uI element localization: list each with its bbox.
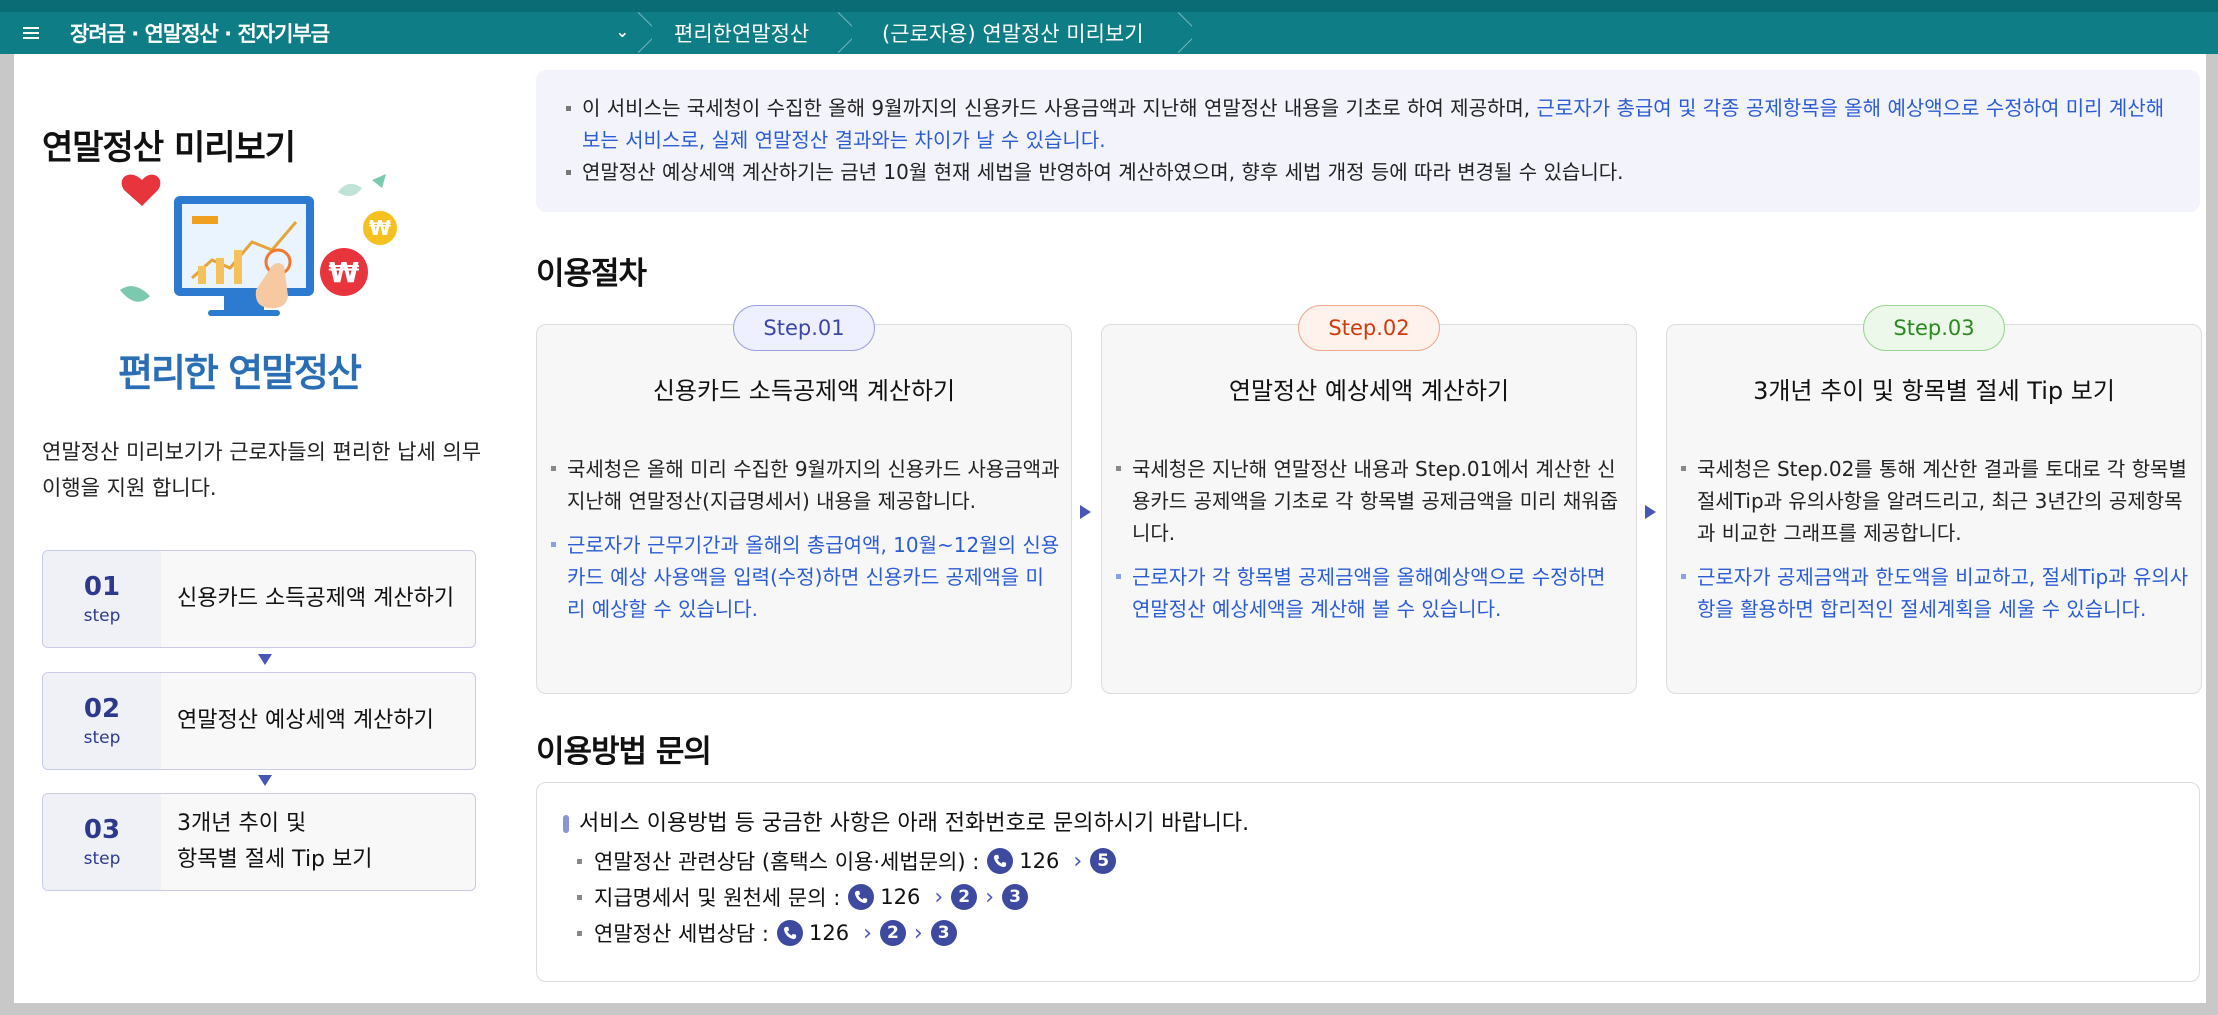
step-card-01[interactable]: 01 step 신용카드 소득공제액 계산하기 bbox=[42, 550, 476, 648]
chevron-right-icon: › bbox=[863, 920, 872, 946]
exclamation-icon bbox=[563, 815, 569, 833]
chevron-right-icon: › bbox=[1073, 848, 1083, 874]
chevron-down-icon[interactable]: ⌄ bbox=[616, 22, 629, 41]
menu-code-badge: 2 bbox=[879, 920, 906, 946]
window-frame-left bbox=[0, 54, 14, 1015]
process-card-text: 국세청은 Step.02를 통해 계산한 결과를 토대로 각 항목별 절세Tip… bbox=[1681, 453, 2191, 549]
step-card-02[interactable]: 02 step 연말정산 예상세액 계산하기 bbox=[42, 672, 476, 770]
step-label: 신용카드 소득공제액 계산하기 bbox=[177, 586, 455, 611]
inquiry-row-1: 연말정산 관련상담 (홈택스 이용·세법문의) : 126 › 5 bbox=[563, 843, 2173, 879]
notice-item-1: 이 서비스는 국세청이 수집한 올해 9월까지의 신용카드 사용금액과 지난해 … bbox=[566, 92, 2170, 156]
process-card-title: 3개년 추이 및 항목별 절세 Tip 보기 bbox=[1753, 377, 2115, 405]
breadcrumb-current-page[interactable]: (근로자용) 연말정산 미리보기 bbox=[842, 12, 1182, 54]
step-label: 3개년 추이 및 항목별 절세 Tip 보기 bbox=[177, 811, 373, 872]
step-badge: Step.01 bbox=[733, 305, 875, 351]
process-card-blue-text: 근로자가 공제금액과 한도액을 비교하고, 절세Tip과 유의사항을 활용하면 … bbox=[1681, 561, 2191, 625]
step-number: 01 step bbox=[43, 551, 161, 647]
step-badge: Step.03 bbox=[1863, 305, 2005, 351]
menu-icon[interactable] bbox=[0, 12, 62, 54]
menu-code-badge: 3 bbox=[930, 920, 957, 946]
window-frame-bottom bbox=[0, 1003, 2218, 1015]
section-title-process: 이용절차 bbox=[536, 256, 647, 292]
chevron-right-icon: › bbox=[913, 920, 923, 946]
inquiry-row-3: 연말정산 세법상담 : 126 › 2 › 3 bbox=[563, 915, 2173, 951]
window-frame-right bbox=[2206, 54, 2218, 1015]
page-title: 연말정산 미리보기 bbox=[42, 128, 296, 168]
process-card-title: 연말정산 예상세액 계산하기 bbox=[1228, 377, 1510, 405]
process-card-blue-text: 근로자가 근무기간과 올해의 총급여액, 10월~12월의 신용카드 예상 사용… bbox=[551, 529, 1061, 625]
process-card-text: 국세청은 지난해 연말정산 내용과 Step.01에서 계산한 신용카드 공제액… bbox=[1116, 453, 1626, 549]
notice-item-2: 연말정산 예상세액 계산하기는 금년 10월 현재 세법을 반영하여 계산하였으… bbox=[566, 156, 2170, 188]
step-number: 02 step bbox=[43, 673, 161, 769]
breadcrumb-convenient-settlement[interactable]: 편리한연말정산 bbox=[642, 12, 842, 54]
step-card-03[interactable]: 03 step 3개년 추이 및 항목별 절세 Tip 보기 bbox=[42, 793, 476, 891]
process-card-title: 신용카드 소득공제액 계산하기 bbox=[652, 377, 956, 405]
inquiry-box: 서비스 이용방법 등 궁금한 사항은 아래 전화번호로 문의하시기 바랍니다. … bbox=[536, 782, 2200, 982]
breadcrumb-category[interactable]: 장려금 · 연말정산 · 전자기부금 ⌄ bbox=[62, 12, 642, 54]
process-card-step-01: Step.01 신용카드 소득공제액 계산하기 국세청은 올해 미리 수집한 9… bbox=[536, 305, 1072, 694]
breadcrumb-separator-icon bbox=[1172, 12, 1192, 54]
process-card-blue-text: 근로자가 각 항목별 공제금액을 올해예상액으로 수정하면 연말정산 예상세액을… bbox=[1116, 561, 1626, 625]
menu-code-badge: 5 bbox=[1090, 848, 1117, 874]
top-navigation-bar: 장려금 · 연말정산 · 전자기부금 ⌄ 편리한연말정산 (근로자용) 연말정산… bbox=[0, 0, 2218, 54]
phone-icon bbox=[848, 884, 875, 910]
inquiry-main: 서비스 이용방법 등 궁금한 사항은 아래 전화번호로 문의하시기 바랍니다. bbox=[563, 805, 2173, 843]
menu-code-badge: 3 bbox=[1002, 884, 1029, 910]
chevron-right-icon: › bbox=[934, 884, 944, 910]
arrow-right-icon bbox=[1645, 505, 1656, 519]
arrow-down-icon bbox=[258, 654, 272, 665]
left-description: 연말정산 미리보기가 근로자들의 편리한 납세 의무 이행을 지원 합니다. bbox=[42, 440, 482, 500]
step-number: 03 step bbox=[43, 794, 161, 890]
svg-text:₩: ₩ bbox=[369, 216, 391, 240]
arrow-down-icon bbox=[258, 775, 272, 786]
chevron-right-icon: › bbox=[985, 884, 995, 910]
menu-code-badge: 2 bbox=[951, 884, 978, 910]
svg-text:₩: ₩ bbox=[329, 256, 360, 289]
process-card-text: 국세청은 올해 미리 수집한 9월까지의 신용카드 사용금액과 지난해 연말정산… bbox=[551, 453, 1061, 517]
hero-caption: 편리한 연말정산 bbox=[118, 351, 362, 395]
process-card-step-02: Step.02 연말정산 예상세액 계산하기 국세청은 지난해 연말정산 내용과… bbox=[1101, 305, 1637, 694]
arrow-right-icon bbox=[1080, 505, 1091, 519]
phone-icon bbox=[777, 920, 803, 946]
step-badge: Step.02 bbox=[1298, 305, 1440, 351]
step-label: 연말정산 예상세액 계산하기 bbox=[177, 708, 434, 733]
phone-icon bbox=[987, 848, 1014, 874]
service-notice: 이 서비스는 국세청이 수집한 올해 9월까지의 신용카드 사용금액과 지난해 … bbox=[536, 70, 2200, 212]
inquiry-row-2: 지급명세서 및 원천세 문의 : 126 › 2 › 3 bbox=[563, 879, 2173, 915]
section-title-inquiry: 이용방법 문의 bbox=[536, 734, 712, 770]
process-card-step-03: Step.03 3개년 추이 및 항목별 절세 Tip 보기 국세청은 Step… bbox=[1666, 305, 2202, 694]
